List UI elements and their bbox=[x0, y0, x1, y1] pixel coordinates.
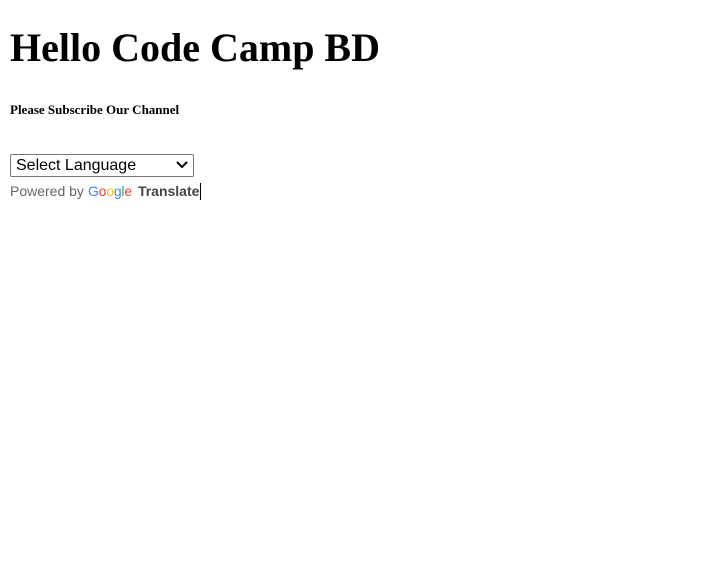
page-title: Hello Code Camp BD bbox=[10, 25, 380, 70]
google-logo-letter: g bbox=[113, 183, 122, 199]
google-logo-letter: o bbox=[106, 183, 114, 199]
powered-by-label: Powered by bbox=[10, 183, 84, 199]
powered-by-google-translate: Powered by Google Translate bbox=[10, 182, 202, 200]
google-logo-letter: e bbox=[124, 183, 132, 199]
text-cursor bbox=[200, 182, 202, 200]
language-select-value: Select Language bbox=[16, 157, 137, 174]
page-subtitle: Please Subscribe Our Channel bbox=[10, 102, 180, 117]
google-logo: Google bbox=[88, 182, 132, 200]
chevron-down-icon bbox=[176, 161, 188, 168]
language-select[interactable]: Select Language bbox=[10, 154, 194, 177]
google-logo-letter: G bbox=[87, 183, 99, 199]
translate-link[interactable]: Translate bbox=[138, 182, 199, 200]
google-logo-letter: o bbox=[98, 183, 107, 199]
